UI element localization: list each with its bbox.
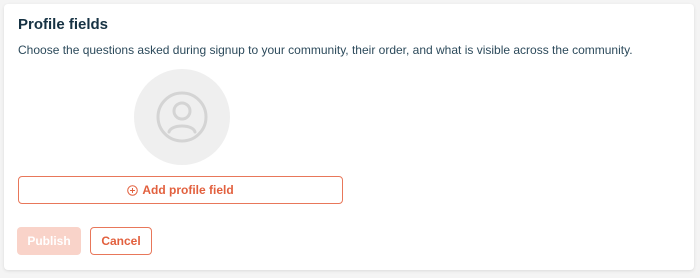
add-profile-field-button[interactable]: Add profile field (18, 176, 343, 204)
plus-circle-icon (127, 184, 139, 196)
user-circle-icon (156, 91, 208, 143)
avatar-placeholder (134, 69, 230, 165)
cancel-button[interactable]: Cancel (90, 227, 152, 255)
section-description: Choose the questions asked during signup… (18, 43, 633, 57)
add-profile-field-label: Add profile field (142, 183, 234, 197)
section-title: Profile fields (18, 16, 109, 33)
publish-button[interactable]: Publish (17, 227, 81, 255)
